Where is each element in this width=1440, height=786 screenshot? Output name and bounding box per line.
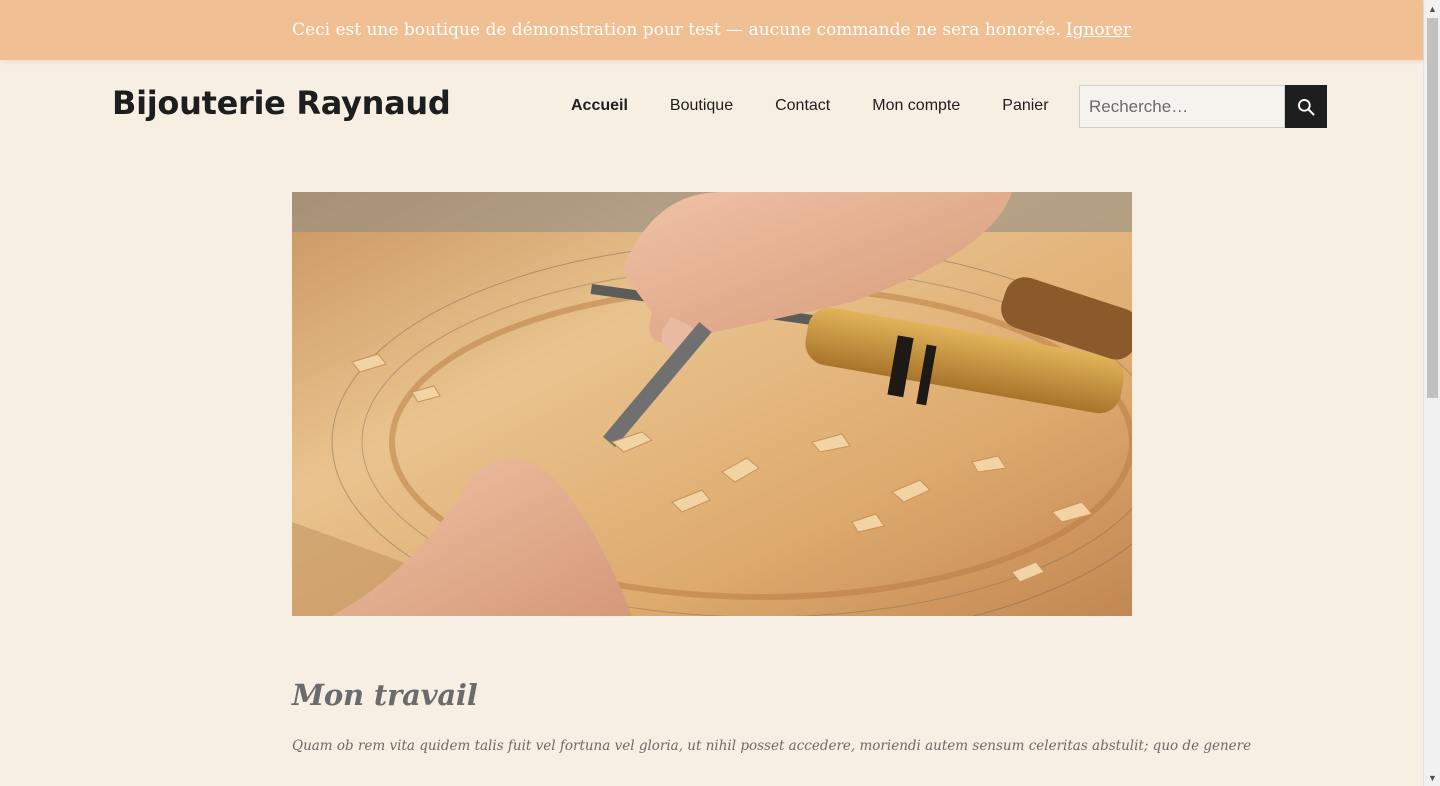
search-button[interactable] <box>1285 85 1327 128</box>
hero-image <box>292 192 1132 616</box>
nav-item-panier[interactable]: Panier <box>981 95 1069 117</box>
search-icon <box>1298 98 1315 115</box>
search-input[interactable] <box>1079 85 1285 128</box>
page-scrollbar[interactable]: ▲ ▼ <box>1423 0 1440 786</box>
scroll-down-icon[interactable]: ▼ <box>1424 769 1440 786</box>
nav-item-mon-compte[interactable]: Mon compte <box>851 95 981 117</box>
dismiss-notice-link[interactable]: Ignorer <box>1066 20 1131 40</box>
store-notice-banner: Ceci est une boutique de démonstration p… <box>0 0 1423 60</box>
store-notice-text: Ceci est une boutique de démonstration p… <box>292 20 1061 40</box>
scroll-thumb[interactable] <box>1427 18 1438 398</box>
section-heading: Mon travail <box>292 678 478 712</box>
nav-item-accueil[interactable]: Accueil <box>550 95 649 117</box>
nav-item-boutique[interactable]: Boutique <box>649 95 754 117</box>
site-title[interactable]: Bijouterie Raynaud <box>112 84 451 122</box>
site-header: Bijouterie Raynaud Accueil Boutique Cont… <box>0 60 1423 155</box>
main-content: Mon travail Quam ob rem vita quidem tali… <box>292 678 1252 754</box>
nav-item-contact[interactable]: Contact <box>754 95 851 117</box>
search-form <box>1079 85 1327 128</box>
section-paragraph: Quam ob rem vita quidem talis fuit vel f… <box>292 738 1252 754</box>
primary-nav: Accueil Boutique Contact Mon compte Pani… <box>550 95 1070 117</box>
scroll-up-icon[interactable]: ▲ <box>1424 0 1440 17</box>
